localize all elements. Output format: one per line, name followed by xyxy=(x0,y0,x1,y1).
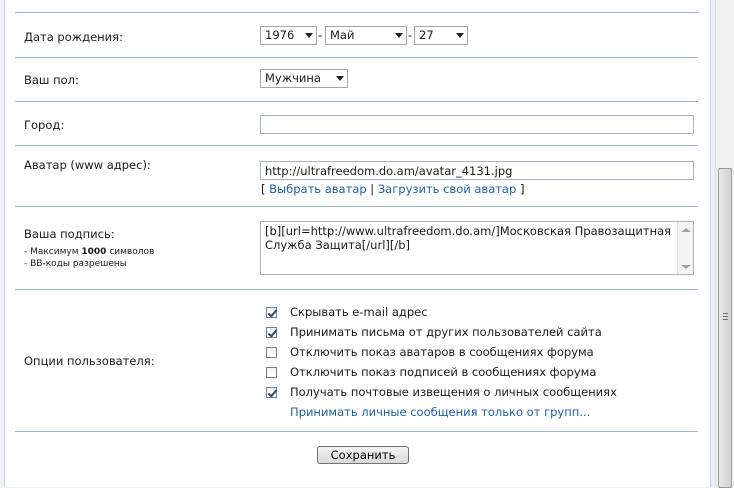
divider xyxy=(15,431,698,432)
link-divider: | xyxy=(370,182,375,196)
textarea-scrollbar[interactable] xyxy=(677,222,693,274)
birth-year-select[interactable]: 1976 xyxy=(260,26,317,45)
divider xyxy=(15,206,698,207)
note-prefix: - Максимум xyxy=(24,247,82,257)
hide-email-label: Скрывать e-mail адрес xyxy=(290,305,428,319)
choose-avatar-link[interactable]: Выбрать аватар xyxy=(269,182,366,196)
options-label: Опции пользователя: xyxy=(24,354,155,368)
avatar-label: Аватар (www адрес): xyxy=(24,158,151,172)
upload-avatar-link[interactable]: Загрузить свой аватар xyxy=(378,182,516,196)
scroll-up-icon[interactable] xyxy=(681,228,691,232)
signature-label: Ваша подпись: xyxy=(24,227,115,241)
divider xyxy=(15,289,698,290)
max-chars: 1000 xyxy=(81,247,107,257)
note-suffix: символов xyxy=(106,247,155,257)
divider xyxy=(15,145,698,146)
pm-notifications-checkbox[interactable] xyxy=(266,387,277,398)
signature-max-note: - Максимум 1000 символов xyxy=(24,247,154,258)
chevron-down-icon xyxy=(305,33,313,38)
grip-line xyxy=(723,319,728,320)
gender-select[interactable]: Мужчина xyxy=(260,69,348,88)
scroll-down-icon[interactable] xyxy=(681,265,691,269)
birth-month-select[interactable]: Май xyxy=(325,26,407,45)
avatar-url-input[interactable]: http://ultrafreedom.do.am/avatar_4131.jp… xyxy=(260,161,694,180)
birth-year-value: 1976 xyxy=(265,28,295,42)
accept-letters-checkbox[interactable] xyxy=(266,327,277,338)
gender-value: Мужчина xyxy=(265,71,321,85)
scrollbar-thumb[interactable] xyxy=(718,168,732,488)
chevron-down-icon xyxy=(456,33,464,38)
bracket: [ xyxy=(261,182,266,196)
birth-day-select[interactable]: 27 xyxy=(414,26,468,45)
disable-avatars-checkbox[interactable] xyxy=(266,347,277,358)
avatar-links: [ Выбрать аватар | Загрузить свой аватар… xyxy=(261,182,524,196)
pm-groups-link[interactable]: Принимать личные сообщения только от гру… xyxy=(290,405,590,419)
grip-line xyxy=(723,316,728,317)
gender-label: Ваш пол: xyxy=(24,73,79,87)
chevron-down-icon xyxy=(336,76,344,81)
chevron-down-icon xyxy=(395,33,403,38)
disable-signatures-checkbox[interactable] xyxy=(266,367,277,378)
divider xyxy=(15,57,698,58)
disable-signatures-label: Отключить показ подписей в сообщениях фо… xyxy=(290,365,597,379)
save-button[interactable]: Сохранить xyxy=(317,446,409,464)
accept-letters-label: Принимать письма от других пользователей… xyxy=(290,325,602,339)
signature-textarea[interactable]: [b][url=http://www.ultrafreedom.do.am/]М… xyxy=(260,221,694,275)
city-label: Город: xyxy=(24,118,65,132)
hide-email-checkbox[interactable] xyxy=(266,307,277,318)
city-input[interactable] xyxy=(260,115,694,134)
pm-notifications-label: Получать почтовые извещения о личных соо… xyxy=(290,385,617,399)
bracket: ] xyxy=(519,182,525,196)
divider xyxy=(15,12,698,13)
date-separator: - xyxy=(318,28,323,42)
page-scrollbar[interactable] xyxy=(715,0,734,488)
date-separator: - xyxy=(408,28,413,42)
birth-day-value: 27 xyxy=(419,28,434,42)
divider xyxy=(15,101,698,102)
signature-text: [b][url=http://www.ultrafreedom.do.am/]М… xyxy=(265,224,672,252)
grip-line xyxy=(723,313,728,314)
birthdate-label: Дата рождения: xyxy=(24,30,123,44)
disable-avatars-label: Отключить показ аватаров в сообщениях фо… xyxy=(290,345,594,359)
birth-month-value: Май xyxy=(330,28,355,42)
signature-bbcode-note: - BB-коды разрешены xyxy=(24,259,127,269)
profile-form: Дата рождения: 1976 - Май - 27 Ваш пол: … xyxy=(4,0,711,487)
